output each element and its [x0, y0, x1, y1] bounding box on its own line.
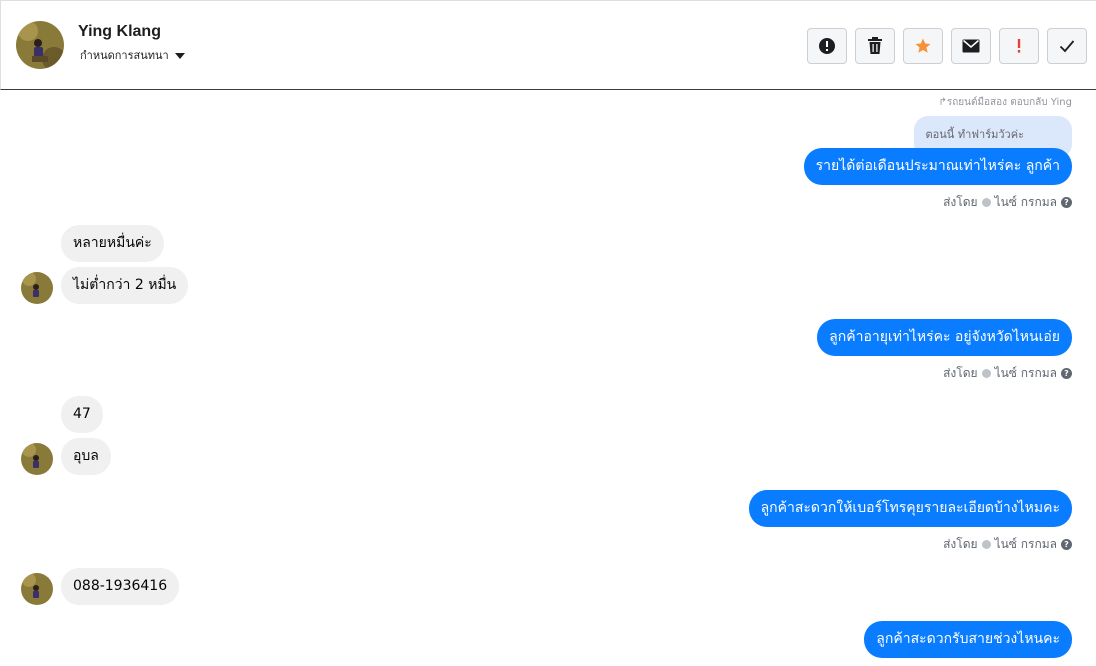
conversation-header: Ying Klang กำหนดการสนทนา: [0, 0, 1096, 90]
sent-by-name[interactable]: ไนซ์ กรกมล: [995, 364, 1057, 383]
star-icon: [915, 38, 931, 53]
action-toolbar: [807, 28, 1087, 64]
spam-button[interactable]: [807, 28, 847, 64]
done-button[interactable]: [1047, 28, 1087, 64]
sent-check-icon: [981, 369, 991, 378]
contact-name: Ying Klang: [78, 23, 161, 40]
trash-icon: [868, 37, 882, 54]
message-incoming[interactable]: 088-1936416: [61, 568, 180, 605]
sent-by-row: ส่งโดย ไนซ์ กรกมล ?: [943, 364, 1072, 383]
message-incoming[interactable]: หลายหมื่นค่ะ: [61, 225, 164, 262]
help-icon[interactable]: ?: [1061, 368, 1072, 379]
message-thread[interactable]: ↱รถยนต์มือสอง ตอบกลับ Ying ตอนนี้ ทำฟาร์…: [0, 91, 1096, 666]
sent-by-name[interactable]: ไนซ์ กรกมล: [995, 535, 1057, 554]
message-incoming[interactable]: 47: [61, 396, 103, 433]
contact-avatar[interactable]: [16, 21, 64, 69]
message-outgoing[interactable]: รายได้ต่อเดือนประมาณเท่าไหร่คะ ลูกค้า: [803, 148, 1072, 185]
delete-button[interactable]: [855, 28, 895, 64]
alert-circle-icon: [819, 38, 835, 54]
contact-avatar-small: [21, 272, 53, 304]
mark-unread-button[interactable]: [951, 28, 991, 64]
sent-by-label: ส่งโดย: [943, 537, 978, 551]
star-button[interactable]: [903, 28, 943, 64]
help-icon[interactable]: ?: [1061, 197, 1072, 208]
help-icon[interactable]: ?: [1061, 539, 1072, 550]
sent-check-icon: [981, 198, 991, 207]
exclamation-icon: [1017, 39, 1021, 53]
sent-by-name[interactable]: ไนซ์ กรกมล: [995, 193, 1057, 212]
assign-label: กำหนดการสนทนา: [80, 49, 169, 62]
assign-conversation-dropdown[interactable]: กำหนดการสนทนา: [80, 46, 185, 64]
message-incoming[interactable]: ไม่ต่ำกว่า 2 หมื่น: [61, 267, 189, 304]
sent-by-label: ส่งโดย: [943, 195, 978, 209]
checkmark-icon: [1059, 40, 1075, 53]
envelope-icon: [962, 39, 980, 53]
sent-by-row: ส่งโดย ไนซ์ กรกมล ?: [943, 193, 1072, 212]
contact-avatar-small: [21, 443, 53, 475]
message-outgoing[interactable]: ลูกค้าสะดวกรับสายช่วงไหนคะ: [864, 621, 1072, 658]
caret-down-icon: [174, 52, 185, 59]
sent-check-icon: [981, 540, 991, 549]
message-outgoing[interactable]: ลูกค้าอายุเท่าไหร่คะ อยู่จังหวัดไหนเอ่ย: [817, 319, 1072, 356]
contact-avatar-small: [21, 573, 53, 605]
sent-by-label: ส่งโดย: [943, 366, 978, 380]
message-outgoing[interactable]: ลูกค้าสะดวกให้เบอร์โทรคุยรายละเอียดบ้างไ…: [748, 490, 1072, 527]
message-incoming[interactable]: อุบล: [61, 438, 111, 475]
follow-up-button[interactable]: [999, 28, 1039, 64]
reply-context-label: ↱รถยนต์มือสอง ตอบกลับ Ying: [938, 97, 1072, 108]
sent-by-row: ส่งโดย ไนซ์ กรกมล ?: [943, 535, 1072, 554]
